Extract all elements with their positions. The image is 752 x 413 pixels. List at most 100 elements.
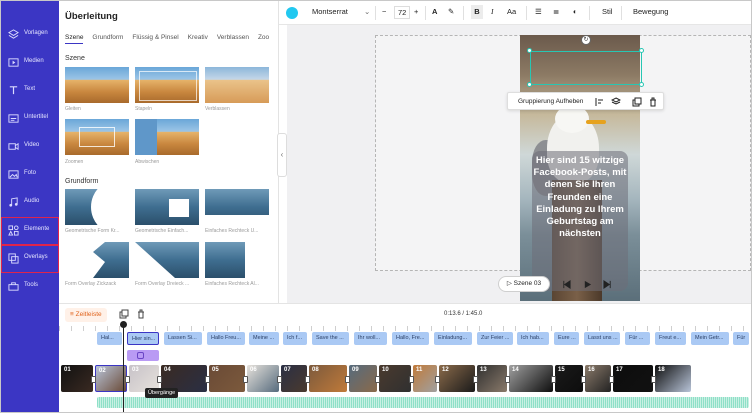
- transition-marker[interactable]: [581, 376, 586, 383]
- font-size-input[interactable]: 72: [394, 6, 411, 19]
- text-clip[interactable]: Mein Getr...: [691, 332, 729, 345]
- transition-marker[interactable]: [205, 376, 210, 383]
- shape-thumb-geometrisch-kreis[interactable]: [65, 189, 129, 225]
- sidebar-item-overlays[interactable]: Overlays: [1, 245, 59, 273]
- text-clip[interactable]: Hal...: [97, 332, 122, 345]
- caption-text[interactable]: Hier sind 15 witzige Facebook-Posts, mit…: [533, 155, 627, 240]
- tab-szene[interactable]: Szene: [65, 34, 84, 44]
- selection-box[interactable]: [530, 51, 642, 85]
- transition-marker[interactable]: [609, 376, 614, 383]
- text-clip[interactable]: Für ...: [625, 332, 650, 345]
- sidebar-item-tools[interactable]: Tools: [1, 273, 59, 301]
- font-family-select[interactable]: Montserrat: [312, 7, 348, 16]
- skip-back-icon[interactable]: [562, 280, 571, 289]
- transition-marker[interactable]: [473, 376, 478, 383]
- font-size-increase-button[interactable]: +: [414, 7, 418, 16]
- duplicate-icon[interactable]: [119, 309, 129, 319]
- text-clip[interactable]: Hier sin...: [127, 332, 159, 345]
- scene-selector[interactable]: ▷ Szene 03: [498, 276, 550, 292]
- tab-fluessig-pinsel[interactable]: Flüssig & Pinsel: [132, 34, 178, 41]
- transition-marker[interactable]: [435, 376, 440, 383]
- text-color-swatch[interactable]: [286, 7, 298, 19]
- tab-zoom[interactable]: Zoo: [258, 34, 269, 41]
- playhead[interactable]: [123, 323, 124, 412]
- opacity-icon[interactable]: ◐: [573, 7, 578, 16]
- rotate-icon[interactable]: ↻: [581, 35, 591, 45]
- text-clip[interactable]: Lassen Si...: [164, 332, 202, 345]
- transition-marker[interactable]: [651, 376, 656, 383]
- shape-thumb-rechteck-u[interactable]: [205, 189, 269, 225]
- text-clip[interactable]: Einladung...: [434, 332, 472, 345]
- sidebar-item-untertitel[interactable]: Untertitel: [1, 105, 59, 133]
- audio-waveform[interactable]: [97, 397, 749, 408]
- transition-thumb-stapeln[interactable]: [135, 67, 199, 103]
- align-icon[interactable]: ☰: [535, 7, 542, 16]
- sidebar-item-audio[interactable]: Audio: [1, 189, 59, 217]
- resize-handle[interactable]: [639, 82, 644, 87]
- text-clip[interactable]: Für: [733, 332, 749, 345]
- text-clip[interactable]: Ihr woll...: [354, 332, 387, 345]
- video-clip[interactable]: 05: [209, 365, 245, 392]
- text-clip[interactable]: Zur Feier ...: [477, 332, 513, 345]
- text-clip[interactable]: Meine ...: [249, 332, 279, 345]
- collapse-panel-button[interactable]: ‹: [277, 133, 287, 177]
- bold-button[interactable]: B: [471, 5, 483, 19]
- group-clip[interactable]: [127, 350, 159, 361]
- text-clip[interactable]: Ich f...: [283, 332, 307, 345]
- shape-thumb-rechteck-al[interactable]: [205, 242, 269, 278]
- video-clip[interactable]: 08: [309, 365, 347, 392]
- shape-thumb-dreieck[interactable]: [135, 242, 199, 278]
- letter-case-button[interactable]: Aa: [507, 7, 516, 16]
- transition-marker[interactable]: [305, 376, 310, 383]
- tab-kreativ[interactable]: Kreativ: [188, 34, 208, 41]
- transition-marker[interactable]: [505, 376, 510, 383]
- tab-verblassen[interactable]: Verblassen: [217, 34, 249, 41]
- video-clip[interactable]: 13: [477, 365, 507, 392]
- highlight-icon[interactable]: ✎: [448, 7, 454, 16]
- resize-handle[interactable]: [639, 48, 644, 53]
- transition-marker[interactable]: [125, 376, 130, 383]
- video-clip[interactable]: 06: [247, 365, 279, 392]
- video-clip[interactable]: 16: [585, 365, 611, 392]
- transition-thumb-verblassen[interactable]: [205, 67, 269, 103]
- resize-handle[interactable]: [527, 48, 532, 53]
- play-icon[interactable]: [583, 280, 592, 289]
- transition-marker[interactable]: [243, 376, 248, 383]
- text-clip[interactable]: Ich hab...: [517, 332, 549, 345]
- video-clip[interactable]: 12: [439, 365, 475, 392]
- video-clip[interactable]: 14: [509, 365, 553, 392]
- style-button[interactable]: Stil: [602, 7, 612, 16]
- text-clip[interactable]: Lasst uns ...: [584, 332, 620, 345]
- skip-forward-icon[interactable]: [603, 280, 612, 289]
- align-left-icon[interactable]: [595, 97, 605, 107]
- time-ruler[interactable]: [59, 326, 751, 331]
- shape-thumb-geometrisch-einfach[interactable]: [135, 189, 199, 225]
- transition-marker[interactable]: [345, 376, 350, 383]
- chevron-down-icon[interactable]: ⌄: [364, 7, 370, 16]
- sidebar-item-video[interactable]: Video: [1, 133, 59, 161]
- video-clip[interactable]: 17: [613, 365, 653, 392]
- sidebar-item-medien[interactable]: Medien: [1, 49, 59, 77]
- transition-marker[interactable]: [409, 376, 414, 383]
- trash-icon[interactable]: [648, 97, 658, 107]
- timeline-toggle-button[interactable]: ≡ Zeitleiste: [65, 308, 107, 322]
- text-clip[interactable]: Save the ...: [312, 332, 349, 345]
- text-clip[interactable]: Hallo, Fre...: [392, 332, 429, 345]
- text-clip[interactable]: Eure ...: [554, 332, 579, 345]
- sidebar-item-text[interactable]: Text: [1, 77, 59, 105]
- trash-icon[interactable]: [136, 309, 146, 319]
- transition-thumb-zoomen[interactable]: [65, 119, 129, 155]
- text-clip[interactable]: Hallo Freu...: [207, 332, 245, 345]
- layers-icon[interactable]: [611, 97, 621, 107]
- transition-marker[interactable]: [91, 376, 96, 383]
- ungroup-button[interactable]: Gruppierung Aufheben: [518, 98, 583, 105]
- motion-button[interactable]: Bewegung: [633, 7, 668, 16]
- transition-thumb-gleiten[interactable]: [65, 67, 129, 103]
- sidebar-item-vorlagen[interactable]: Vorlagen: [1, 21, 59, 49]
- playhead-handle[interactable]: [120, 321, 127, 328]
- text-case-icon[interactable]: A: [432, 7, 437, 16]
- transition-marker[interactable]: [277, 376, 282, 383]
- video-clip[interactable]: 15: [555, 365, 583, 392]
- transition-thumb-abwischen[interactable]: [135, 119, 199, 155]
- transition-marker[interactable]: [157, 376, 162, 383]
